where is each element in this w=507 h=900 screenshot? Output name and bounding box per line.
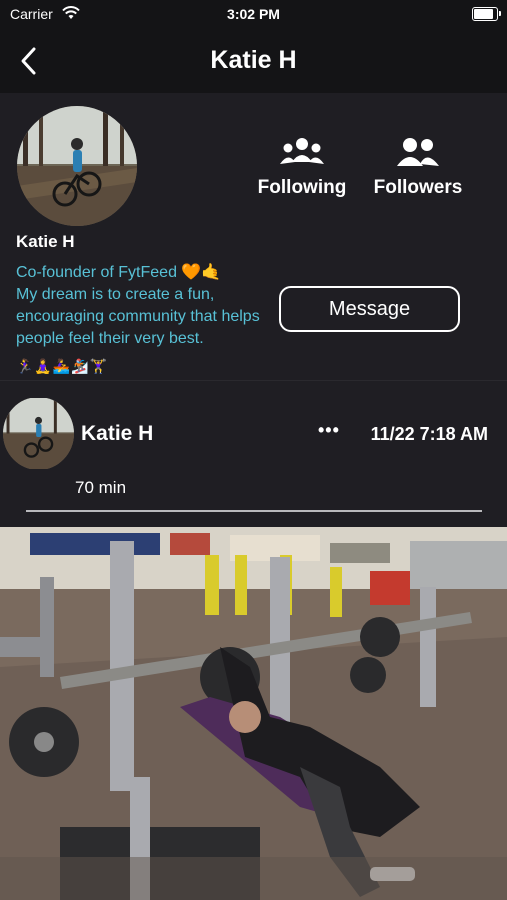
nav-bar: Katie H <box>0 30 507 93</box>
following-button[interactable]: Following <box>247 136 357 199</box>
bio-line-2: My dream is to create a fun, encouraging… <box>16 286 260 347</box>
followers-button[interactable]: Followers <box>363 136 473 199</box>
activity-emojis: 🏃‍♀️🧘‍♀️🚣‍♀️🏂🏋️‍♀️ <box>16 358 109 374</box>
page-title: Katie H <box>210 46 297 74</box>
post-rule <box>26 510 482 512</box>
section-divider <box>0 380 507 381</box>
post-photo[interactable] <box>0 527 507 900</box>
following-label: Following <box>257 177 347 198</box>
post-author-avatar[interactable] <box>3 397 74 470</box>
following-icon <box>280 138 324 164</box>
status-bar: Carrier 3:02 PM <box>0 0 507 30</box>
profile-bio: Co-founder of FytFeed 🧡🤙 My dream is to … <box>16 262 286 350</box>
more-options-button[interactable]: ••• <box>318 420 340 441</box>
battery-icon <box>472 7 501 21</box>
followers-icon <box>397 138 439 166</box>
clock: 3:02 PM <box>227 6 280 22</box>
message-button[interactable]: Message <box>279 286 460 332</box>
profile-name: Katie H <box>16 232 75 251</box>
post-author-name[interactable]: Katie H <box>81 422 153 446</box>
workout-duration: 70 min <box>75 478 127 497</box>
followers-label: Followers <box>373 177 463 198</box>
post-timestamp: 11/22 7:18 AM <box>370 424 488 444</box>
profile-avatar <box>17 106 137 226</box>
bio-line-1: Co-founder of FytFeed 🧡🤙 <box>16 264 222 281</box>
